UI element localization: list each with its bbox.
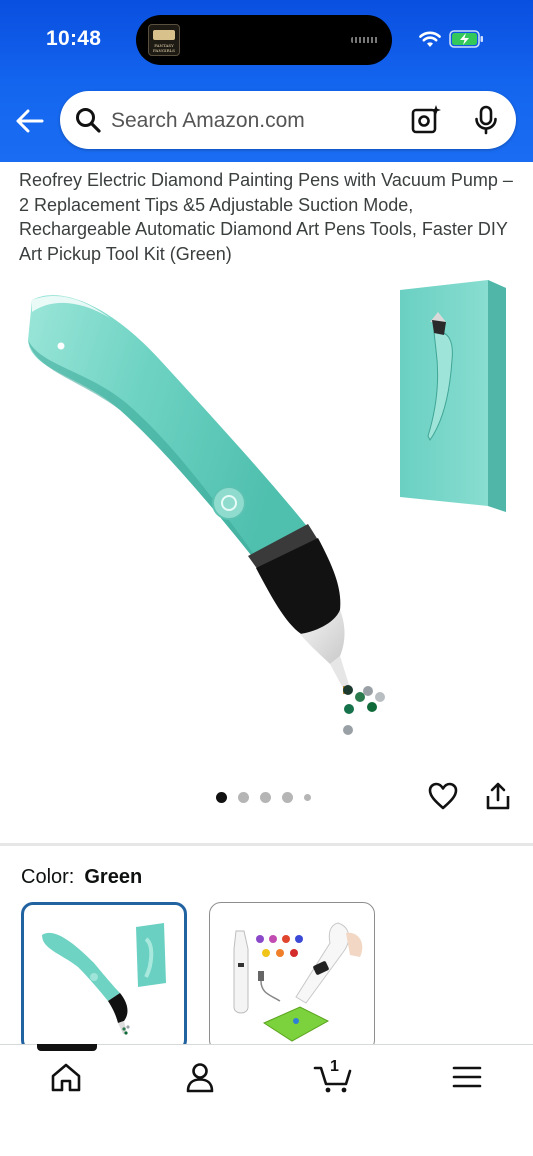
selected-color-value: Green — [84, 866, 143, 888]
active-tab-indicator — [37, 1044, 97, 1051]
status-time: 10:48 — [46, 27, 102, 50]
carousel-dot[interactable] — [260, 791, 271, 803]
dynamic-island: FANTASY FANGIRLS — [136, 15, 392, 65]
island-thumb-text: FANTASY FANGIRLS — [153, 43, 175, 53]
swatch-white-thumbnail — [233, 922, 363, 1042]
top-header: 10:48 FANTASY FANGIRLS Search Amazon.com — [0, 0, 533, 162]
home-icon[interactable] — [48, 1060, 84, 1094]
search-placeholder: Search Amazon.com — [111, 109, 305, 132]
product-pen-image — [28, 295, 350, 694]
section-divider — [0, 843, 533, 846]
product-box-image — [400, 280, 506, 512]
account-icon[interactable] — [182, 1060, 218, 1094]
carousel-dot[interactable] — [216, 791, 227, 803]
waveform-icon — [351, 37, 379, 43]
back-arrow-icon[interactable] — [14, 106, 46, 136]
color-selector-label: Color: Green — [21, 866, 142, 889]
carousel-dot[interactable] — [304, 793, 311, 801]
color-label: Color: — [21, 866, 75, 888]
color-swatch-green[interactable] — [21, 902, 187, 1052]
heart-icon[interactable] — [427, 781, 459, 811]
menu-icon[interactable] — [449, 1060, 485, 1094]
carousel-dot[interactable] — [282, 791, 293, 803]
now-playing-thumbnail[interactable]: FANTASY FANGIRLS — [148, 24, 180, 56]
battery-charging-icon — [449, 30, 483, 48]
diamond-beads-image — [343, 685, 385, 735]
image-carousel-indicator[interactable] — [216, 790, 311, 804]
mic-icon[interactable] — [472, 105, 500, 135]
color-swatch-white[interactable] — [209, 902, 375, 1052]
cart-count-badge: 1 — [330, 1058, 339, 1075]
swatch-green-thumbnail — [42, 923, 166, 1035]
product-main-image[interactable] — [0, 272, 533, 742]
search-icon — [76, 108, 101, 133]
search-input[interactable]: Search Amazon.com — [60, 91, 516, 149]
camera-icon[interactable] — [410, 104, 442, 136]
share-icon[interactable] — [484, 781, 512, 811]
carousel-dot[interactable] — [238, 791, 249, 803]
wifi-icon — [419, 31, 441, 47]
product-title[interactable]: Reofrey Electric Diamond Painting Pens w… — [19, 168, 519, 266]
